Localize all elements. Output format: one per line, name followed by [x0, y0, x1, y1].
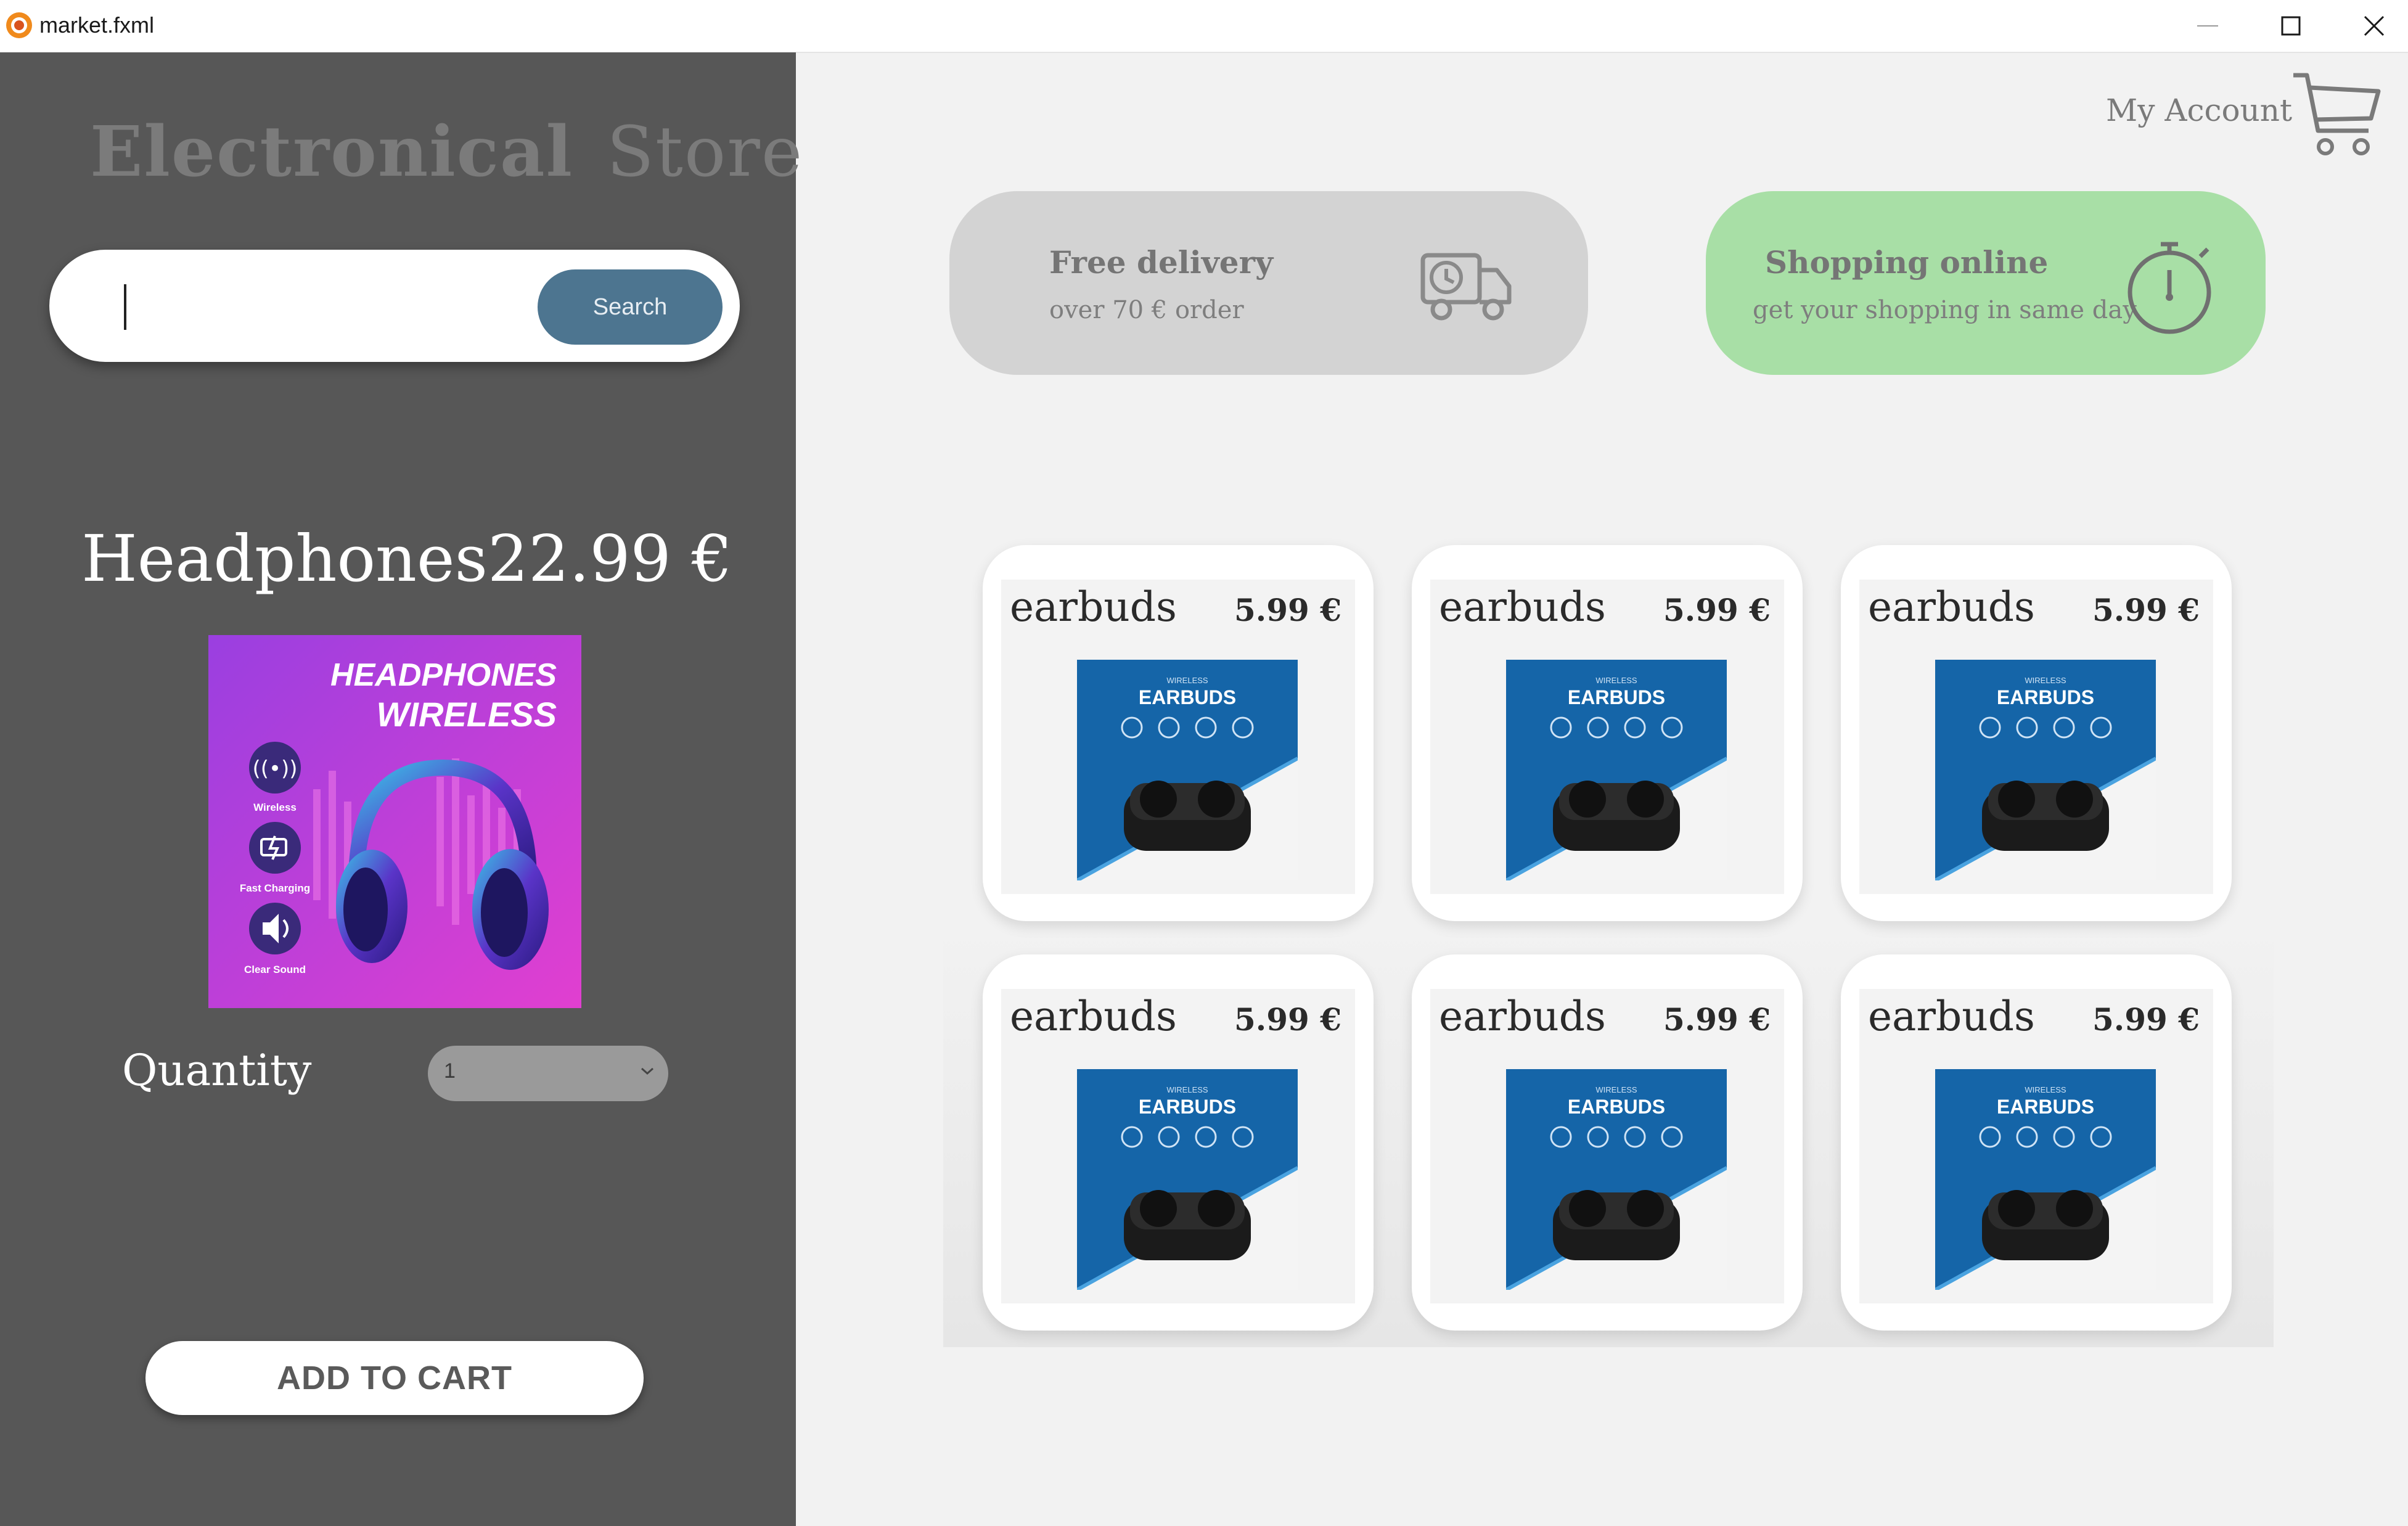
product-card-inner: earbuds 5.99 € WIRELESS EARBUDS: [1001, 580, 1355, 894]
product-name: earbuds: [1010, 583, 1177, 631]
product-price: 5.99 €: [1234, 1001, 1341, 1038]
maximize-button[interactable]: [2251, 0, 2331, 52]
selected-product-image: HEADPHONES WIRELESS ((•)) Wireless Fast …: [208, 635, 581, 1008]
search-bar: Search: [49, 250, 740, 362]
stopwatch-icon: [2127, 242, 2211, 334]
earbuds-image: WIRELESS EARBUDS: [1077, 1069, 1298, 1290]
close-icon: [2364, 15, 2385, 36]
image-label-text: EARBUDS: [1568, 686, 1665, 708]
image-label-text: EARBUDS: [1139, 686, 1236, 708]
product-card-inner: earbuds 5.99 € WIRELESS EARBUDS: [1430, 989, 1784, 1303]
delivery-truck-icon: [1420, 253, 1512, 321]
product-name: earbuds: [1868, 993, 2035, 1040]
feature-label-wireless: Wireless: [253, 802, 297, 813]
image-small-text: WIRELESS: [1595, 676, 1637, 685]
selected-product-title: Headphones22.99 €: [0, 521, 814, 596]
headphones-image-line1: HEADPHONES: [330, 657, 557, 693]
image-small-text: WIRELESS: [1166, 676, 1208, 685]
image-small-text: WIRELESS: [2025, 1085, 2066, 1094]
product-name: earbuds: [1868, 583, 2035, 631]
product-card-inner: earbuds 5.99 € WIRELESS EARBUDS: [1859, 989, 2213, 1303]
product-grid: earbuds 5.99 € WIRELESS EARBUDS earbuds …: [943, 530, 2274, 1347]
search-input[interactable]: [122, 278, 568, 335]
my-account-link[interactable]: My Account: [2106, 92, 2292, 128]
product-price: 5.99 €: [1663, 1001, 1771, 1038]
earbuds-image: WIRELESS EARBUDS: [1077, 660, 1298, 880]
shopping-cart-icon[interactable]: [2288, 67, 2382, 160]
product-card-inner: earbuds 5.99 € WIRELESS EARBUDS: [1430, 580, 1784, 894]
image-small-text: WIRELESS: [1166, 1085, 1208, 1094]
promo-subtitle: get your shopping in same day: [1753, 296, 2137, 324]
store-title: Electronical Store: [90, 112, 803, 192]
product-price: 5.99 €: [1663, 592, 1771, 628]
window-title: market.fxml: [39, 12, 155, 38]
quantity-label: Quantity: [122, 1045, 312, 1096]
product-card[interactable]: earbuds 5.99 € WIRELESS EARBUDS: [1841, 954, 2232, 1331]
text-caret: [124, 284, 126, 330]
product-price: 5.99 €: [2092, 592, 2200, 628]
selected-product-name: Headphones: [81, 521, 488, 596]
search-button[interactable]: Search: [538, 269, 723, 345]
close-button[interactable]: [2334, 0, 2408, 52]
quantity-select[interactable]: 1: [428, 1046, 668, 1101]
minimize-icon: [2197, 25, 2218, 27]
feature-label-fast-charging: Fast Charging: [240, 882, 310, 894]
promo-shopping-online: Shopping online get your shopping in sam…: [1706, 191, 2266, 375]
store-title-word-1: Electronical: [90, 112, 574, 192]
store-title-word-2: Store: [607, 112, 804, 192]
promo-title: Shopping online: [1765, 244, 2049, 281]
product-price: 5.99 €: [1234, 592, 1341, 628]
wireless-feature: ((•)) Wireless: [249, 742, 301, 813]
product-name: earbuds: [1010, 993, 1177, 1040]
minimize-button[interactable]: [2168, 0, 2248, 52]
chevron-down-icon: [641, 1067, 653, 1075]
product-card[interactable]: earbuds 5.99 € WIRELESS EARBUDS: [983, 545, 1374, 921]
product-card-inner: earbuds 5.99 € WIRELESS EARBUDS: [1859, 580, 2213, 894]
earbuds-image: WIRELESS EARBUDS: [1506, 1069, 1727, 1290]
product-name: earbuds: [1439, 993, 1606, 1040]
image-label-text: EARBUDS: [1139, 1096, 1236, 1118]
promo-free-delivery: Free delivery over 70 € order: [949, 191, 1588, 375]
product-card[interactable]: earbuds 5.99 € WIRELESS EARBUDS: [1412, 954, 1803, 1331]
earbuds-image: WIRELESS EARBUDS: [1506, 660, 1727, 880]
image-small-text: WIRELESS: [2025, 676, 2066, 685]
window-title-bar: market.fxml: [0, 0, 2408, 53]
product-card[interactable]: earbuds 5.99 € WIRELESS EARBUDS: [1841, 545, 2232, 921]
product-card[interactable]: earbuds 5.99 € WIRELESS EARBUDS: [1412, 545, 1803, 921]
app-icon: [6, 12, 32, 38]
product-price: 5.99 €: [2092, 1001, 2200, 1038]
selected-product-price: 22.99 €: [487, 521, 732, 596]
earbuds-image: WIRELESS EARBUDS: [1935, 660, 2156, 880]
feature-label-clear-sound: Clear Sound: [244, 964, 306, 975]
quantity-value: 1: [444, 1059, 456, 1083]
sidebar-panel: Electronical Store Search Headphones22.99…: [0, 52, 802, 1526]
add-to-cart-button[interactable]: ADD TO CART: [145, 1341, 644, 1415]
image-label-text: EARBUDS: [1568, 1096, 1665, 1118]
image-small-text: WIRELESS: [1595, 1085, 1637, 1094]
product-card-inner: earbuds 5.99 € WIRELESS EARBUDS: [1001, 989, 1355, 1303]
image-label-text: EARBUDS: [1997, 686, 2094, 708]
svg-text:((•)): ((•)): [252, 757, 297, 781]
promo-subtitle: over 70 € order: [1049, 296, 1244, 324]
headphones-image-line2: WIRELESS: [377, 695, 557, 734]
product-card[interactable]: earbuds 5.99 € WIRELESS EARBUDS: [983, 954, 1374, 1331]
promo-title: Free delivery: [1049, 244, 1274, 281]
maximize-icon: [2281, 16, 2301, 36]
earbuds-image: WIRELESS EARBUDS: [1935, 1069, 2156, 1290]
product-name: earbuds: [1439, 583, 1606, 631]
image-label-text: EARBUDS: [1997, 1096, 2094, 1118]
